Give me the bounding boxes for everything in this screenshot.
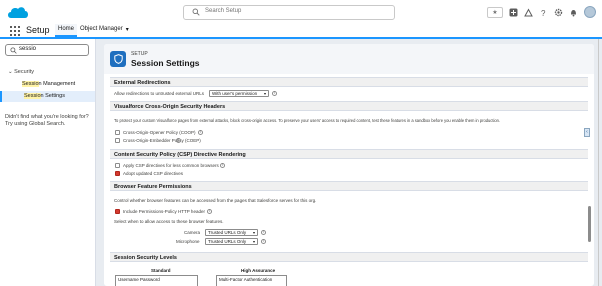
- trailhead-icon[interactable]: [524, 7, 533, 17]
- adopt-csp-checkbox[interactable]: [115, 171, 120, 176]
- list-item[interactable]: Multi-Factor Authentication: [219, 277, 284, 283]
- standard-levels-list[interactable]: Username Password: [115, 275, 198, 286]
- page-header: SETUP Session Settings: [104, 44, 594, 74]
- coop-label: Cross-Origin-Opener Policy (COOP): [123, 130, 196, 135]
- camera-select[interactable]: Trusted URLs Only: [205, 229, 258, 236]
- settings-form: External Redirections Allow redirections…: [110, 74, 588, 286]
- tab-home-label: Home: [58, 26, 75, 32]
- section-csp-rendering: Content Security Policy (CSP) Directive …: [110, 149, 588, 159]
- side-panel-toggle[interactable]: ‹: [584, 128, 590, 137]
- tab-object-manager[interactable]: Object Manager ▾: [77, 24, 132, 37]
- coep-checkbox[interactable]: [115, 138, 120, 143]
- adopt-csp-label: Adopt updated CSP directives: [123, 171, 183, 176]
- section-external-redirections: External Redirections: [110, 77, 588, 87]
- section-session-security-levels: Session Security Levels: [110, 252, 588, 262]
- visualforce-description: To protect your custom Visualforce pages…: [114, 118, 501, 123]
- header-utility-icons: ★ ?: [487, 6, 596, 18]
- favorites-button[interactable]: ★: [487, 6, 503, 18]
- help-icon[interactable]: ?: [539, 8, 548, 17]
- section-browser-feature-permissions: Browser Feature Permissions: [110, 181, 588, 191]
- global-header: Search Setup ★ ?: [0, 0, 602, 24]
- tab-home[interactable]: Home: [55, 24, 78, 37]
- bell-icon[interactable]: [569, 8, 578, 17]
- setup-search-input[interactable]: Search Setup: [183, 5, 395, 20]
- standard-column-header: Standard: [151, 268, 171, 273]
- quick-find-value: sessio: [19, 46, 37, 52]
- info-icon[interactable]: i: [261, 230, 266, 235]
- quick-find-input[interactable]: sessio: [5, 44, 89, 56]
- setup-sidebar: sessio ⌄ Security Session Management Ses…: [0, 39, 96, 286]
- info-icon[interactable]: i: [198, 130, 203, 135]
- star-icon: ★: [492, 9, 498, 16]
- microphone-label: Microphone: [176, 239, 200, 244]
- apply-csp-label: Apply CSP directives for less common bro…: [123, 163, 219, 168]
- sidebar-item-highlight: Sessio: [24, 93, 41, 99]
- high-assurance-column-header: High Assurance: [241, 268, 276, 273]
- list-item[interactable]: Username Password: [118, 277, 195, 283]
- search-icon: [192, 8, 200, 16]
- tree-section-security[interactable]: ⌄ Security: [8, 69, 34, 75]
- app-navigation-bar: Setup Home Object Manager ▾: [0, 24, 602, 39]
- svg-text:?: ?: [541, 9, 546, 17]
- select-access-label: Select when to allow access to these bro…: [114, 219, 224, 224]
- search-icon: [10, 47, 17, 54]
- high-assurance-levels-list[interactable]: Multi-Factor Authentication: [216, 275, 287, 286]
- sidebar-item-highlight: Sessio: [22, 81, 39, 87]
- apply-csp-checkbox[interactable]: [115, 163, 120, 168]
- tab-object-manager-label: Object Manager: [80, 26, 123, 32]
- info-icon[interactable]: i: [261, 239, 266, 244]
- shield-icon: [113, 54, 123, 64]
- permissions-policy-label: Include Permissions-Policy HTTP header: [123, 209, 205, 214]
- info-icon[interactable]: i: [272, 91, 277, 96]
- chevron-down-icon[interactable]: ▾: [126, 26, 129, 35]
- breadcrumb: SETUP: [131, 51, 148, 57]
- allow-redirections-label: Allow redirections to untrusted external…: [114, 91, 205, 96]
- allow-redirections-value: With user's permission: [212, 91, 258, 96]
- info-icon[interactable]: i: [207, 209, 212, 214]
- tree-section-label: Security: [14, 69, 35, 75]
- section-visualforce-headers: Visualforce Cross-Origin Security Header…: [110, 101, 588, 111]
- app-launcher-icon[interactable]: [10, 26, 20, 36]
- page-title: Session Settings: [131, 58, 200, 68]
- info-icon[interactable]: i: [176, 138, 181, 143]
- search-placeholder: Search Setup: [205, 8, 242, 14]
- browser-features-description: Control whether browser features can be …: [114, 198, 317, 203]
- sidebar-item-label: n Management: [38, 81, 76, 87]
- page-icon: [110, 51, 126, 67]
- info-icon[interactable]: i: [220, 163, 225, 168]
- didnt-find-message: Didn't find what you're looking for? Try…: [5, 114, 89, 128]
- permissions-policy-checkbox[interactable]: [115, 209, 120, 214]
- camera-label: Camera: [184, 230, 201, 235]
- gear-icon[interactable]: [554, 8, 563, 17]
- chevron-down-icon[interactable]: ⌄: [8, 69, 13, 75]
- sidebar-item-label: n Settings: [40, 93, 65, 99]
- allow-redirections-select[interactable]: With user's permission: [209, 90, 269, 97]
- microphone-select[interactable]: Trusted URLs Only: [205, 238, 258, 245]
- add-icon[interactable]: [509, 8, 518, 17]
- sidebar-item-session-management[interactable]: Session Management: [0, 79, 95, 90]
- coop-checkbox[interactable]: [115, 130, 120, 135]
- avatar[interactable]: [584, 6, 596, 18]
- right-divider: [598, 39, 599, 286]
- salesforce-cloud-logo[interactable]: [6, 4, 30, 21]
- main-content: SETUP Session Settings External Redirect…: [104, 44, 594, 286]
- coep-label: Cross-Origin-Embedder Policy (COEP): [123, 138, 201, 143]
- sidebar-item-session-settings[interactable]: Session Settings: [0, 91, 95, 102]
- vertical-scrollbar[interactable]: [588, 206, 591, 242]
- camera-value: Trusted URLs Only: [208, 230, 247, 235]
- app-name: Setup: [26, 25, 50, 35]
- microphone-value: Trusted URLs Only: [208, 239, 247, 244]
